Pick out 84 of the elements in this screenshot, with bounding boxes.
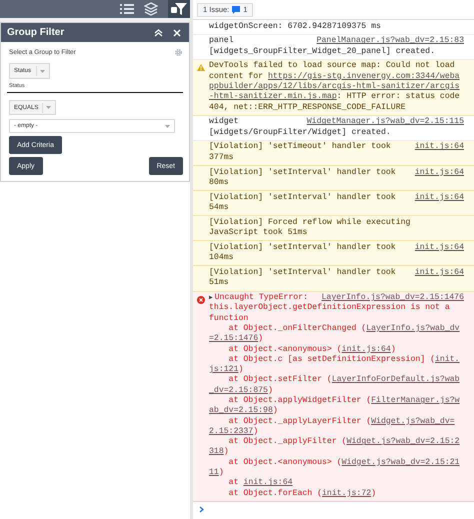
log-text: widgetOnScreen: 6702.94287109375 ms [209, 22, 381, 32]
log-text: [Violation] 'setTimeout' handler took [209, 142, 391, 153]
log-text: ) [238, 365, 244, 376]
source-link[interactable]: https://gis-stg.invenergy.com:3344/weba [268, 72, 460, 82]
log-text: 404, net::ERR_HTTP_RESPONSE_CODE_FAILURE [209, 102, 406, 113]
collapse-icon[interactable] [154, 28, 163, 36]
log-text: DevTools failed to load source map: Could not load [209, 61, 455, 72]
warning-icon [197, 64, 205, 71]
log-text: at Object._applyLayerFilter ( [228, 416, 372, 427]
log-text: [widgets_GroupFilter_Widget_20_panel] created. [209, 46, 436, 57]
source-link[interactable]: PanelManager.js?wab_dv=2.15:83 [316, 36, 464, 47]
list-icon[interactable] [120, 3, 134, 15]
source-link[interactable]: init.js:64 [414, 242, 464, 254]
log-text: [Violation] 'setInterval' handler took [209, 242, 396, 254]
log-text: : HTTP error: status code [336, 92, 460, 103]
log-text: at Object.<anonymous> ( [228, 458, 342, 468]
source-link[interactable]: _dv=2.15:875 [209, 386, 268, 396]
log-text: JavaScript took 51ms [209, 228, 308, 238]
caret-icon [165, 124, 170, 128]
source-link[interactable]: js:121 [209, 365, 238, 376]
source-link[interactable]: LayerInfo.js?wab_dv [366, 324, 460, 334]
source-link[interactable]: Widget.js?wab_dv= [371, 416, 455, 427]
caret-icon [46, 106, 51, 109]
source-link[interactable]: ppbuilder/apps/12/libs/arcgis-html-sanitizer/arcgis [209, 82, 460, 92]
log-text: at Object.<anonymous> ( [228, 344, 342, 355]
log-text: ) [224, 447, 229, 458]
source-link[interactable]: -html-sanitizer.min.js.map [209, 92, 337, 103]
message-icon [232, 6, 240, 14]
log-text: [Violation] 'setInterval' handler took [209, 268, 396, 278]
log-text: 104ms [209, 253, 234, 264]
log-text: 51ms [209, 278, 229, 289]
log-text: widget [209, 117, 238, 128]
log-text: 377ms [209, 152, 234, 164]
filter-icon[interactable] [171, 2, 187, 16]
source-link[interactable]: init.js:64 [243, 478, 293, 489]
prompt-icon[interactable] [199, 506, 204, 513]
close-icon[interactable] [173, 28, 181, 36]
source-link[interactable]: ab_dv=2.15:98 [209, 406, 273, 417]
source-link[interactable]: =2.15:1476 [209, 334, 258, 345]
log-text: panel [209, 36, 234, 47]
log-text: function [209, 314, 248, 324]
source-link[interactable]: Widget.js?wab_dv=2.15:21 [342, 458, 460, 468]
log-text: ) [390, 344, 396, 355]
log-text: at Object.applyWidgetFilter ( [228, 396, 372, 406]
error-icon [197, 296, 205, 304]
log-text: ) [371, 488, 376, 499]
source-link[interactable]: init.js:72 [322, 488, 372, 499]
log-text: at Object.c [as setDefinitionExpression] ( [228, 354, 436, 365]
source-link[interactable]: init.js:64 [414, 168, 464, 178]
log-text: at Object._applyFilter ( [228, 437, 347, 448]
source-link[interactable]: FilterManager.js?w [371, 396, 460, 406]
source-link[interactable]: 11 [209, 468, 219, 478]
log-text: at [228, 478, 240, 489]
log-text: this.layerObject.getDefinitionExpression is not a [209, 303, 450, 314]
log-text: content for [209, 72, 264, 82]
log-text: ) [258, 334, 264, 345]
source-link[interactable]: 2.15:2337 [209, 426, 254, 438]
source-link[interactable]: LayerInfo.js?wab_dv=2.15:1476 [322, 293, 464, 304]
log-text: [Violation] 'setInterval' handler took [209, 168, 396, 178]
log-text: at Object.forEach ( [228, 488, 322, 499]
source-link[interactable]: WidgetManager.js?wab_dv=2.15:115 [306, 117, 464, 128]
log-text: [Violation] Forced reflow while executing [209, 218, 410, 228]
source-link[interactable]: Widget.js?wab_dv=2.15:2 [346, 437, 460, 448]
layers-icon[interactable] [144, 2, 158, 16]
log-text: Uncaught TypeError: [214, 293, 308, 303]
log-text: ) [268, 386, 273, 396]
log-text: at Object.setFilter ( [228, 375, 332, 386]
log-text: 80ms [209, 178, 229, 188]
log-text: 54ms [209, 202, 229, 214]
log-text: ) [218, 468, 224, 478]
log-text: [Violation] 'setInterval' handler took [209, 192, 396, 203]
log-text: ) [253, 426, 258, 437]
panel-title: Group Filter [7, 27, 66, 38]
source-link[interactable]: init.js:64 [414, 192, 464, 203]
log-text: [widgets/GroupFilter/Widget] created. [209, 128, 391, 138]
source-link[interactable]: init.js:64 [414, 268, 464, 278]
source-link[interactable]: LayerInfoForDefault.js?wab [332, 375, 460, 386]
log-text: at Object._onFilterChanged ( [228, 324, 366, 334]
source-link[interactable]: init. [435, 354, 460, 366]
log-text: ) [272, 406, 278, 417]
source-link[interactable]: init.js:64 [342, 344, 391, 355]
source-link[interactable]: 318 [209, 447, 224, 458]
source-link[interactable]: init.js:64 [414, 142, 464, 153]
caret-icon [40, 70, 45, 72]
